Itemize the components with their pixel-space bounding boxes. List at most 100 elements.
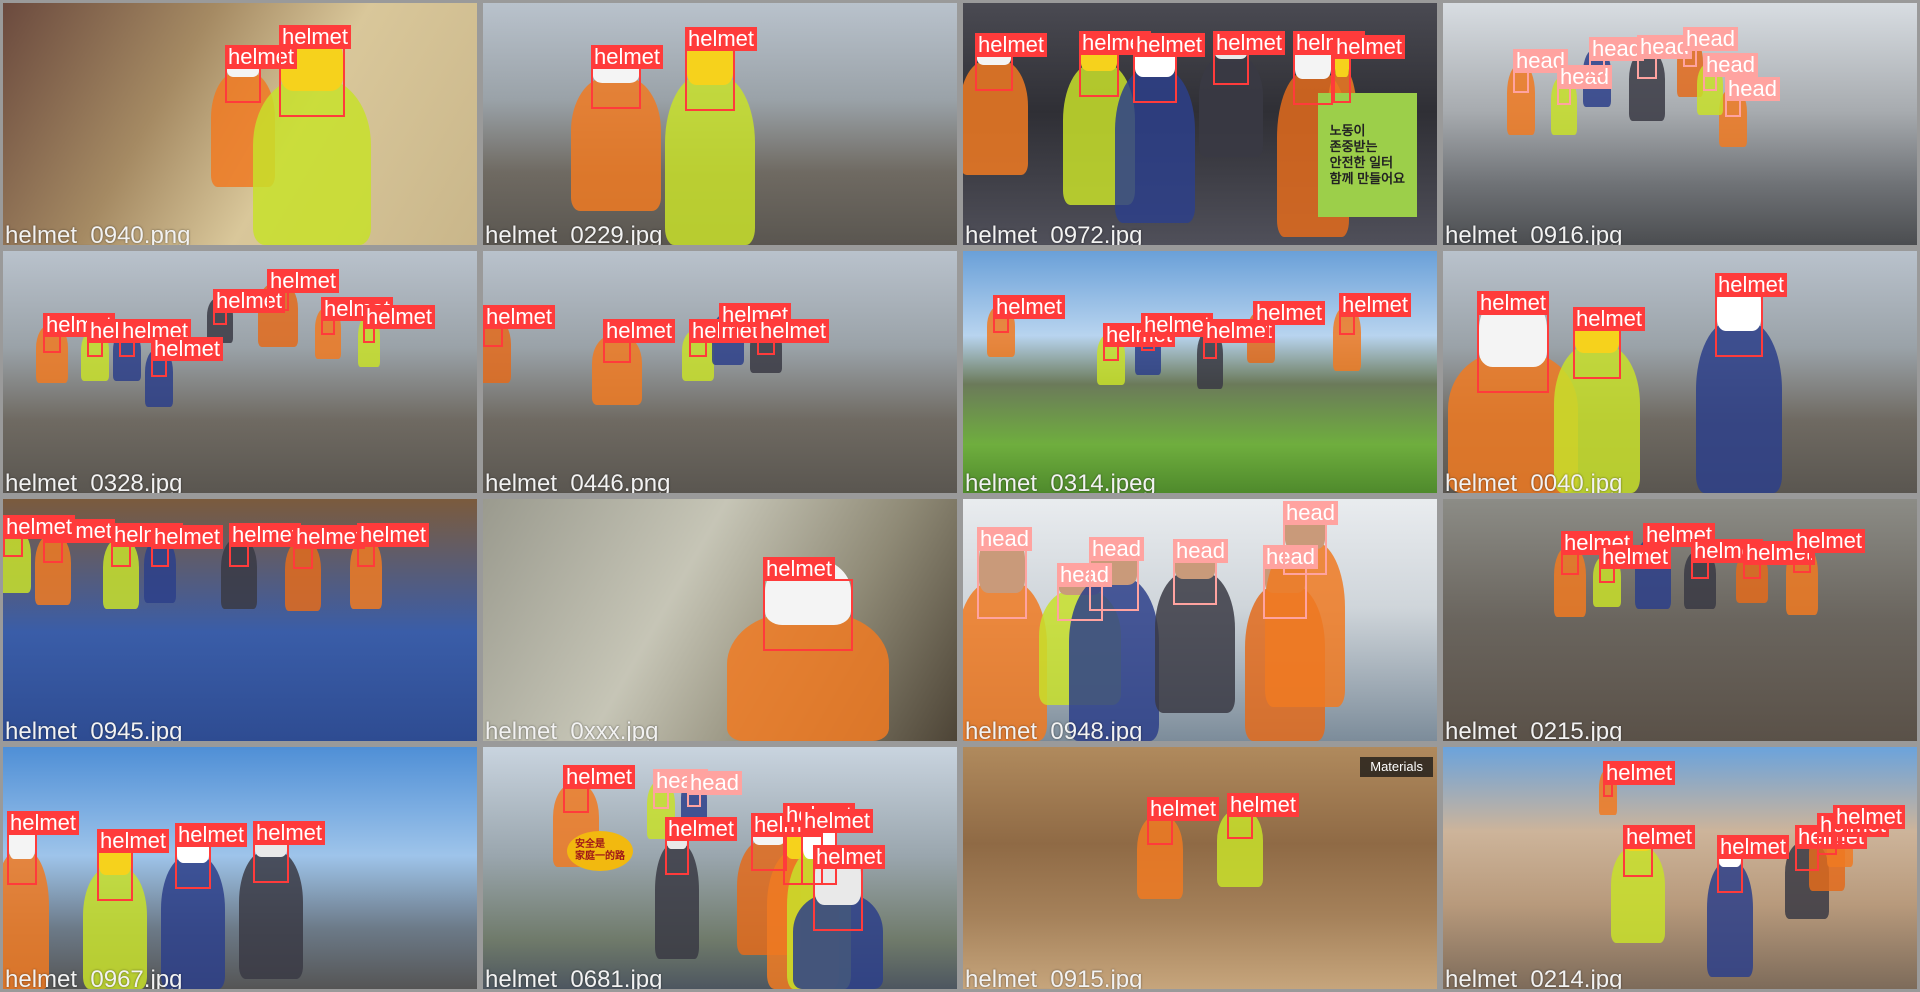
detection-box: helmet bbox=[757, 319, 830, 355]
detection-box: helmet bbox=[1599, 545, 1672, 583]
detection-label: head bbox=[1089, 537, 1144, 561]
image-filename: helmet_0916.jpg bbox=[1445, 222, 1623, 248]
sign-line: 함께 만들어요 bbox=[1329, 171, 1405, 186]
image-filename: helmet_0915.jpg bbox=[965, 966, 1143, 992]
detection-box: helmet bbox=[1213, 31, 1286, 85]
detection-label: helmet bbox=[757, 319, 830, 343]
detection-box: helmet bbox=[293, 525, 366, 569]
detection-box: helmet bbox=[1477, 291, 1550, 393]
detection-box: helmet bbox=[1141, 313, 1214, 351]
detection-box: helmet bbox=[111, 523, 184, 567]
detection-box: helmet bbox=[357, 523, 430, 567]
detection-box: helmet bbox=[321, 297, 394, 335]
detection-label: head bbox=[1703, 53, 1758, 77]
detection-box: helmet bbox=[1227, 793, 1300, 839]
detection-box: helmet bbox=[87, 319, 160, 357]
detection-box: helmet bbox=[229, 523, 302, 567]
photo bbox=[963, 747, 1437, 989]
detection-label: helmet bbox=[357, 523, 430, 547]
image-tile: helmet helmet helmet helmet helmet helmet_044… bbox=[480, 248, 960, 496]
detection-box: helmet bbox=[719, 303, 792, 341]
image-tile: helmet helmet_0xxx.jpg bbox=[480, 496, 960, 744]
detection-box: helmet bbox=[119, 319, 192, 357]
image-filename: helmet_0945.jpg bbox=[5, 718, 183, 744]
detection-box: head bbox=[1725, 77, 1780, 117]
detection-box: helmet bbox=[1691, 539, 1764, 579]
detection-box: helmet bbox=[1103, 323, 1176, 361]
detection-box: helmet bbox=[151, 525, 224, 567]
image-tile: helmethelmethelmethelmethelmethelmethelm… bbox=[0, 248, 480, 496]
detection-label: head bbox=[1173, 539, 1228, 563]
detection-box: helmet bbox=[1133, 33, 1206, 103]
image-tile: helmethelmethelmethelmethelmethelmethelm… bbox=[1440, 744, 1920, 992]
detection-label: helmet bbox=[1227, 793, 1300, 817]
detection-label: helmet bbox=[293, 525, 366, 549]
detection-box: helmet bbox=[1603, 761, 1676, 797]
detection-label: helmet bbox=[3, 515, 76, 539]
image-tile: 노동이 존중받는 안전한 일터 함께 만들어요 helmet helmet helmet he… bbox=[960, 0, 1440, 248]
sign-line: Materials bbox=[1370, 759, 1423, 774]
detection-box: helmet bbox=[1253, 301, 1326, 339]
detection-box: head bbox=[1637, 35, 1692, 79]
sign-line: 안전한 일터 bbox=[1329, 155, 1394, 170]
image-filename: helmet_0948.jpg bbox=[965, 718, 1143, 744]
detection-label: helmet bbox=[1833, 805, 1906, 829]
detection-label: helmet bbox=[1133, 33, 1206, 57]
detection-box: helmet bbox=[1333, 35, 1406, 103]
detection-box: helmet bbox=[43, 519, 116, 563]
detection-box: helmet bbox=[1743, 541, 1816, 579]
detection-box: helmet bbox=[267, 269, 340, 311]
detection-label: helmet bbox=[151, 337, 224, 361]
detection-box: head bbox=[1589, 37, 1644, 77]
image-filename: helmet_0967.jpg bbox=[5, 966, 183, 992]
detection-box: helmet bbox=[603, 319, 676, 363]
detection-label: helmet bbox=[279, 25, 352, 49]
sign-line: 安全是 bbox=[575, 839, 605, 850]
detection-label: helmet bbox=[1213, 31, 1286, 55]
detection-box: helmet bbox=[175, 823, 248, 889]
detection-label: helmet bbox=[1717, 835, 1790, 859]
detection-box: helmet bbox=[7, 811, 80, 885]
detection-box: head bbox=[1513, 49, 1568, 93]
detection-box: helmet bbox=[685, 27, 758, 111]
detection-box: helmet bbox=[975, 33, 1048, 91]
detection-box: helmet bbox=[363, 305, 436, 343]
detection-label: helmet bbox=[1793, 529, 1866, 553]
detection-label: helmet bbox=[801, 809, 874, 833]
image-tile: helmethelmethelmethelmethelmethelmethelm… bbox=[0, 496, 480, 744]
detection-box: helmet bbox=[1293, 31, 1366, 105]
detection-label: head bbox=[1283, 501, 1338, 525]
image-filename: helmet_0314.jpeg bbox=[965, 470, 1156, 496]
detection-label: helmet bbox=[1573, 307, 1646, 331]
detection-label: helmet bbox=[1333, 35, 1406, 59]
detection-label: head bbox=[1725, 77, 1780, 101]
detection-label: helmet bbox=[483, 305, 556, 329]
detection-label: helmet bbox=[1603, 761, 1676, 785]
detection-box: helmet bbox=[665, 817, 738, 875]
detection-label: helmet bbox=[253, 821, 326, 845]
detection-label: helmet bbox=[267, 269, 340, 293]
image-tile: helmethelmethelmethelmethelmethelmethelm… bbox=[1440, 496, 1920, 744]
detection-label: helmet bbox=[175, 823, 248, 847]
image-filename: helmet_0xxx.jpg bbox=[485, 718, 659, 744]
detection-box: helmet bbox=[483, 305, 556, 347]
detection-label: head bbox=[687, 771, 742, 795]
detection-box: helmet bbox=[1147, 797, 1220, 845]
detection-label: helmet bbox=[993, 295, 1066, 319]
detection-box: helmet bbox=[1573, 307, 1646, 379]
detection-label: helmet bbox=[1477, 291, 1550, 315]
detection-box: head bbox=[1557, 65, 1612, 105]
detection-label: head bbox=[977, 527, 1032, 551]
detection-box: helmet bbox=[689, 319, 762, 357]
detection-box: helmet bbox=[813, 845, 886, 931]
sign-text: 安全是 家庭一的路 bbox=[567, 831, 633, 871]
image-filename: helmet_0040.jpg bbox=[1445, 470, 1623, 496]
image-tile: head head head head head head helmet_0948.jpg bbox=[960, 496, 1440, 744]
detection-box: helmet bbox=[1623, 825, 1696, 877]
photo bbox=[1443, 747, 1917, 989]
detection-box: head bbox=[653, 769, 708, 809]
detection-label: helmet bbox=[591, 45, 664, 69]
detection-box: head bbox=[1683, 27, 1738, 67]
detection-box: helmet bbox=[751, 813, 824, 871]
detection-box: helmet bbox=[1793, 529, 1866, 573]
